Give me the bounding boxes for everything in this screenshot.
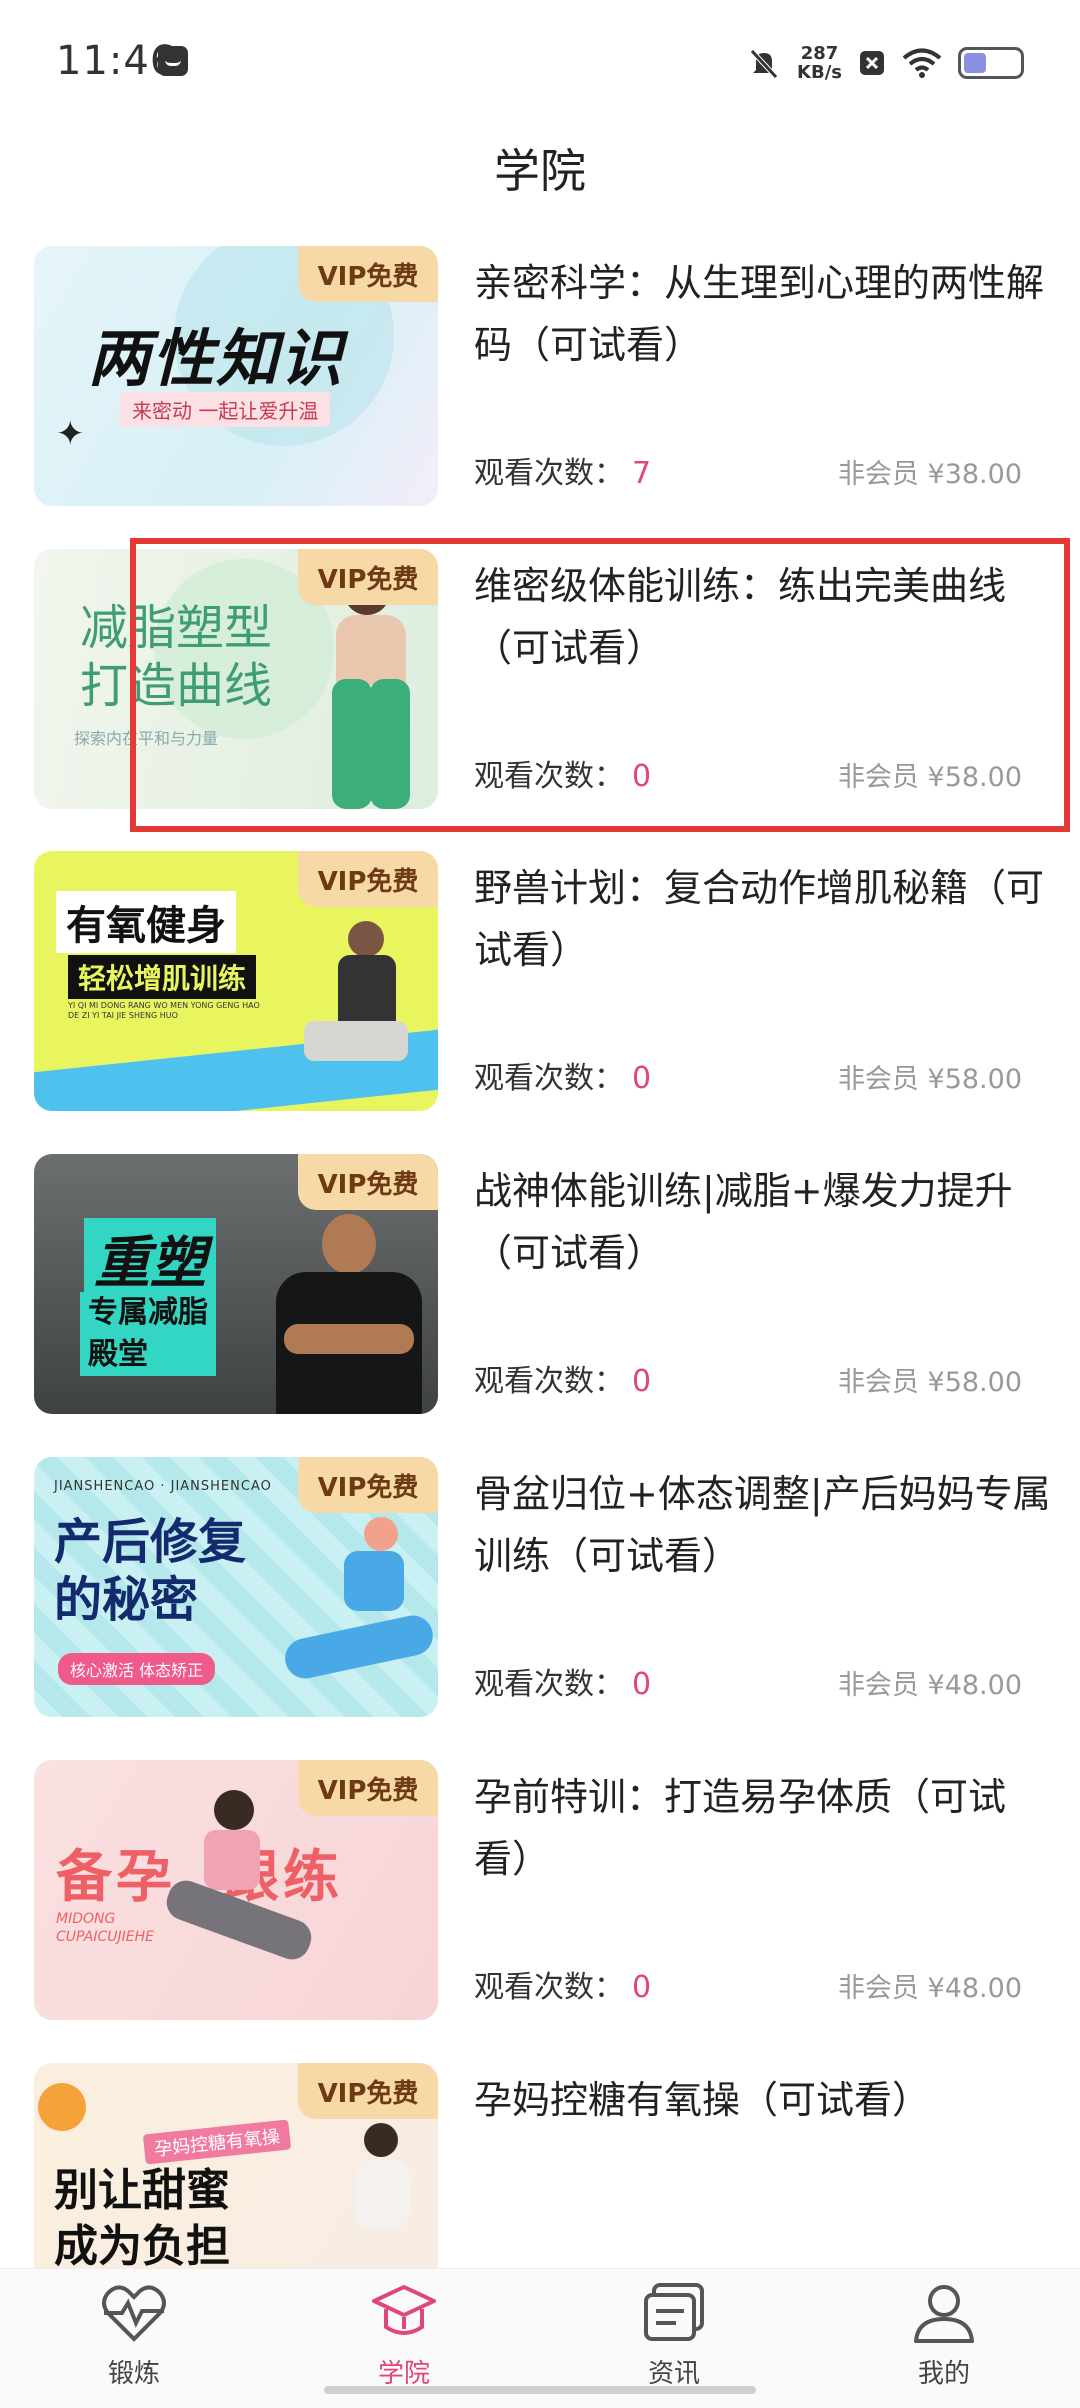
thumb-small-text: YI QI MI DONG RANG WO MEN YONG GENG HAO …: [68, 1001, 260, 1020]
net-speed-value: 287: [800, 43, 839, 64]
view-count-value: 0: [632, 1061, 652, 1096]
thumb-title: 产后修复 的秘密: [54, 1514, 247, 1628]
status-bar: 11:46 287 KB/s: [0, 0, 1080, 124]
course-item[interactable]: JIANSHENCAO · JIANSHENCAO 产后修复 的秘密 核心激活 …: [34, 1457, 1054, 1717]
bell-off-icon: [747, 46, 781, 80]
course-title[interactable]: 骨盆归位+体态调整|产后妈妈专属训练（可试看）: [474, 1463, 1054, 1587]
battery-icon: [958, 47, 1024, 79]
net-speed-unit: KB/s: [797, 62, 842, 83]
user-icon: [910, 2281, 978, 2345]
course-title[interactable]: 野兽计划：复合动作增肌秘籍（可试看）: [474, 857, 1054, 981]
nav-item-profile[interactable]: 我的: [864, 2281, 1024, 2391]
view-count-value: 0: [632, 759, 652, 794]
view-count-label: 观看次数：: [474, 1364, 624, 1399]
nav-item-news[interactable]: 资讯: [594, 2281, 754, 2391]
view-count-value: 0: [632, 1667, 652, 1702]
x-box-icon: [858, 49, 886, 77]
view-count-label: 观看次数：: [474, 456, 624, 491]
thumb-small-text: MIDONG CUPAICUJIEHE: [56, 1911, 154, 1945]
vip-badge: VIP免费: [298, 1154, 438, 1210]
home-indicator[interactable]: [324, 2386, 756, 2394]
bottom-nav: 锻炼 学院 资讯 我的: [0, 2268, 1080, 2408]
course-title[interactable]: 亲密科学：从生理到心理的两性解码（可试看）: [474, 252, 1054, 376]
course-item[interactable]: 有氧健身 轻松增肌训练 YI QI MI DONG RANG WO MEN YO…: [34, 851, 1054, 1111]
course-item[interactable]: 两性知识 来密动 一起让爱升温 ✦ VIP免费 亲密科学：从生理到心理的两性解码…: [34, 246, 1054, 506]
non-member-price: 非会员 ¥48.00: [837, 1670, 1022, 1701]
view-count-value: 0: [632, 1970, 652, 2005]
course-thumbnail[interactable]: 减脂塑型 打造曲线 探索内在平和与力量 VIP免费: [34, 549, 438, 809]
course-title[interactable]: 孕妈控糖有氧操（可试看）: [474, 2069, 1054, 2131]
view-count-label: 观看次数：: [474, 1667, 624, 1702]
status-icons: 287 KB/s: [747, 38, 1024, 88]
thumb-title: 有氧健身: [56, 891, 236, 953]
course-title[interactable]: 战神体能训练|减脂+爆发力提升（可试看）: [474, 1160, 1054, 1284]
course-thumbnail[interactable]: 重塑 专属减脂 殿堂 VIP免费: [34, 1154, 438, 1414]
non-member-price: 非会员 ¥48.00: [837, 1973, 1022, 2004]
view-count-value: 0: [632, 1364, 652, 1399]
view-count-label: 观看次数：: [474, 759, 624, 794]
nav-label: 资讯: [647, 2359, 700, 2389]
course-item[interactable]: 重塑 专属减脂 殿堂 VIP免费 战神体能训练|减脂+爆发力提升（可试看） 观看…: [34, 1154, 1054, 1414]
thumb-subtitle: 轻松增肌训练: [68, 955, 257, 999]
vip-badge: VIP免费: [298, 1457, 438, 1513]
app-screen: 11:46 287 KB/s 学院 两性知识 来密动 一起让爱升温 ✦ VIP免…: [0, 0, 1080, 2408]
wifi-icon: [902, 47, 942, 79]
course-thumbnail[interactable]: JIANSHENCAO · JIANSHENCAO 产后修复 的秘密 核心激活 …: [34, 1457, 438, 1717]
non-member-price: 非会员 ¥38.00: [837, 459, 1022, 490]
thumb-subtitle: 专属减脂 殿堂: [80, 1292, 216, 1376]
view-count: 观看次数： 0: [474, 1053, 651, 1097]
thumb-title: 两性知识: [88, 322, 345, 395]
network-speed: 287 KB/s: [797, 44, 842, 82]
thumb-subtitle: 探索内在平和与力量: [74, 729, 219, 748]
view-count: 观看次数： 0: [474, 1659, 651, 1703]
course-thumbnail[interactable]: 有氧健身 轻松增肌训练 YI QI MI DONG RANG WO MEN YO…: [34, 851, 438, 1111]
nav-label: 我的: [917, 2359, 970, 2389]
view-count: 观看次数： 0: [474, 1962, 651, 2006]
view-count: 观看次数： 0: [474, 1356, 651, 1400]
view-count-label: 观看次数：: [474, 1970, 624, 2005]
non-member-price: 非会员 ¥58.00: [837, 1064, 1022, 1095]
vip-badge: VIP免费: [298, 2063, 438, 2119]
pregnant-woman-figure: [161, 1790, 324, 2020]
nav-item-exercise[interactable]: 锻炼: [54, 2281, 214, 2391]
thumb-subtitle: 来密动 一起让爱升温: [120, 392, 331, 427]
message-icon: [158, 46, 188, 76]
nav-label: 锻炼: [107, 2359, 160, 2389]
view-count: 观看次数： 7: [474, 448, 651, 492]
view-count: 观看次数： 0: [474, 751, 651, 795]
thumb-title: 重塑: [84, 1218, 216, 1299]
trainer-figure: [264, 1214, 434, 1414]
view-count-value: 7: [632, 456, 652, 491]
vip-badge: VIP免费: [298, 549, 438, 605]
course-item[interactable]: 备孕 跟练 MIDONG CUPAICUJIEHE VIP免费 孕前特训：打造易…: [34, 1760, 1054, 2020]
page-title: 学院: [494, 144, 586, 198]
course-title[interactable]: 维密级体能训练：练出完美曲线（可试看）: [474, 555, 1054, 679]
graduation-cap-icon: [370, 2281, 438, 2345]
non-member-price: 非会员 ¥58.00: [837, 762, 1022, 793]
flower-icon: [38, 2083, 86, 2131]
course-thumbnail[interactable]: 两性知识 来密动 一起让爱升温 ✦ VIP免费: [34, 246, 438, 506]
heart-pulse-icon: [100, 2281, 168, 2345]
man-figure: [304, 921, 414, 1111]
thumb-small-text: JIANSHENCAO · JIANSHENCAO: [54, 1479, 272, 1494]
thumb-title: 减脂塑型 打造曲线: [80, 600, 273, 714]
thumb-subtitle: 孕妈控糖有氧操: [142, 2119, 292, 2165]
vip-badge: VIP免费: [298, 851, 438, 907]
course-thumbnail[interactable]: 备孕 跟练 MIDONG CUPAICUJIEHE VIP免费: [34, 1760, 438, 2020]
fitness-woman-figure: [314, 569, 424, 809]
vip-badge: VIP免费: [298, 246, 438, 302]
view-count-label: 观看次数：: [474, 1061, 624, 1096]
non-member-price: 非会员 ¥58.00: [837, 1367, 1022, 1398]
sparkle-icon: ✦: [56, 414, 85, 454]
vip-badge: VIP免费: [298, 1760, 438, 1816]
nav-item-academy[interactable]: 学院: [324, 2281, 484, 2391]
news-icon: [640, 2281, 708, 2345]
course-item[interactable]: 减脂塑型 打造曲线 探索内在平和与力量 VIP免费 维密级体能训练：练出完美曲线…: [34, 549, 1054, 809]
thumb-title: 别让甜蜜 成为负担: [54, 2165, 230, 2272]
nav-label: 学院: [377, 2359, 430, 2389]
thumb-subtitle: 核心激活 体态矫正: [58, 1653, 216, 1685]
course-title[interactable]: 孕前特训：打造易孕体质（可试看）: [474, 1766, 1054, 1890]
yoga-woman-figure: [281, 1517, 437, 1707]
